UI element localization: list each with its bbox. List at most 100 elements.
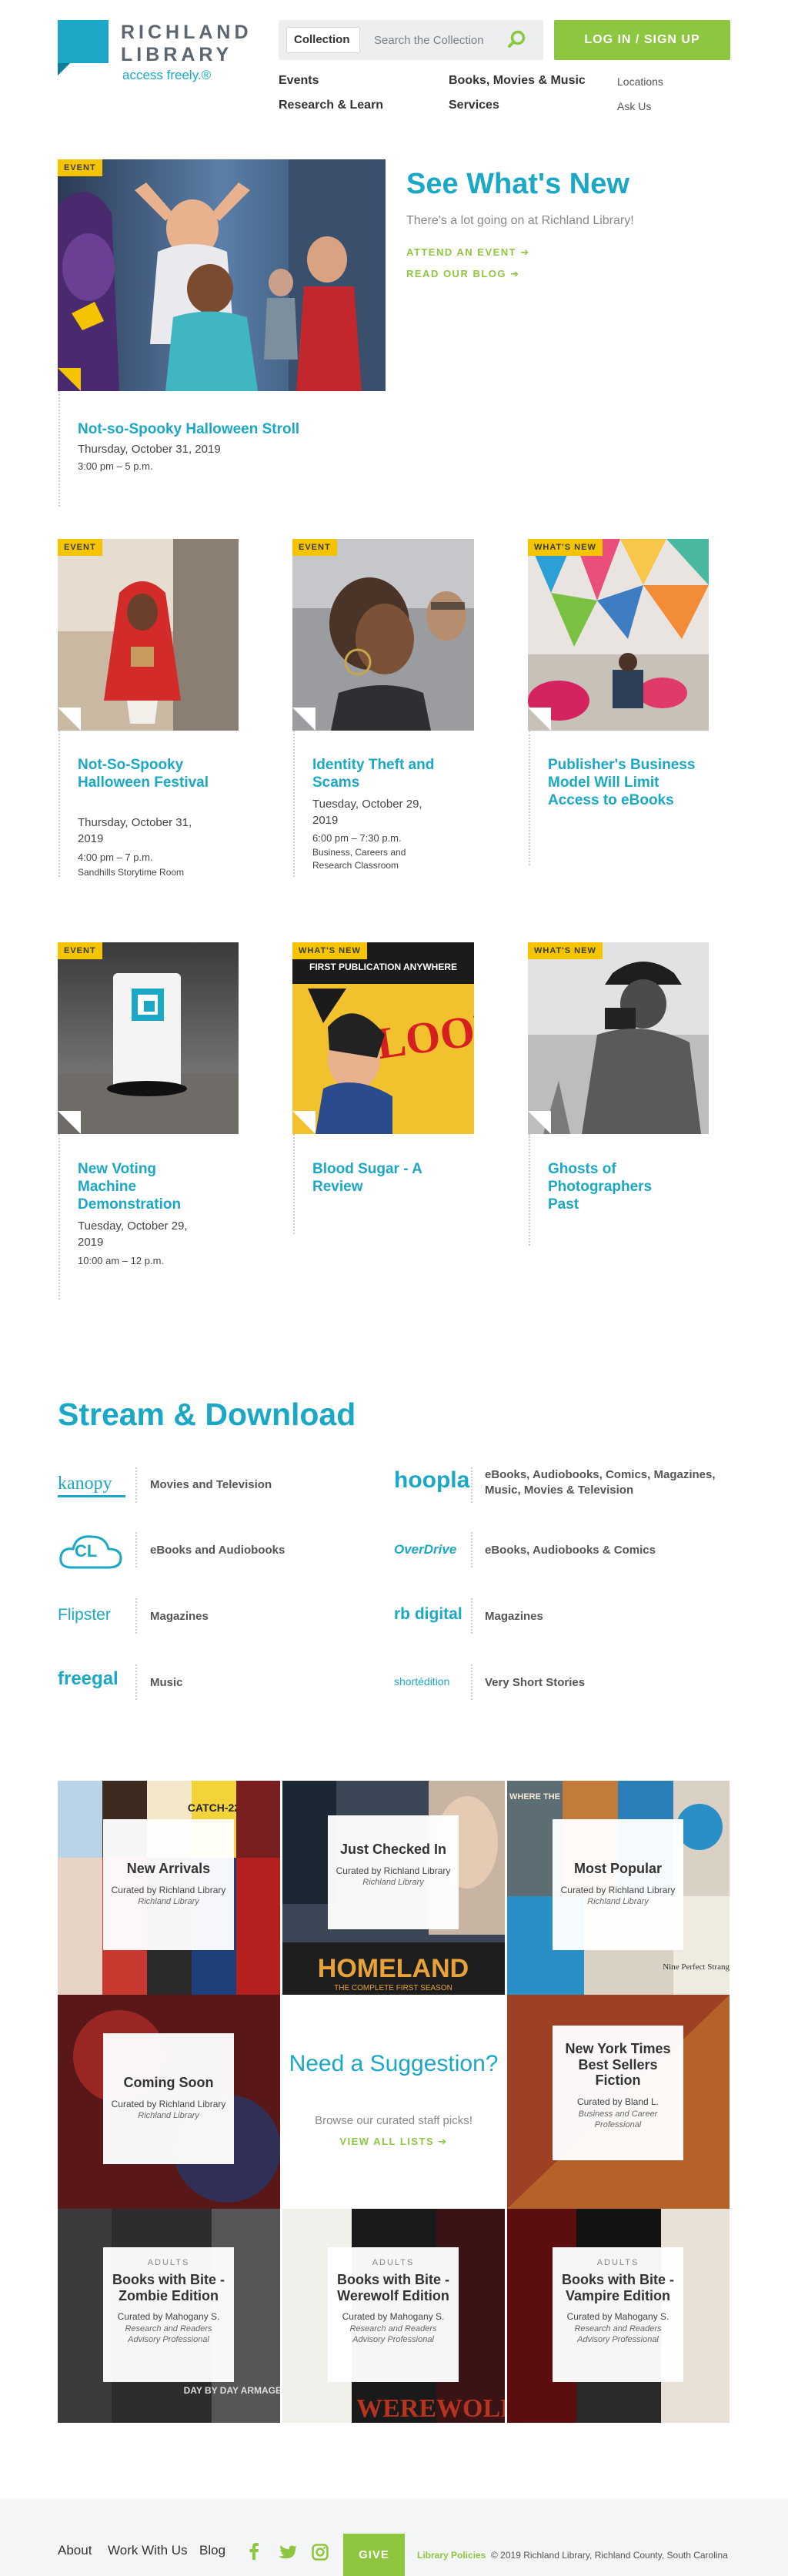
list-tile-most-popular[interactable]: WHERE THE Nine Perfect Strangers Most Po… (507, 1781, 730, 1995)
list-category: ADULTS (147, 2258, 190, 2267)
card-image[interactable] (528, 942, 709, 1134)
hoopla-logo[interactable]: hoopla (394, 1467, 469, 1494)
twitter-icon[interactable] (279, 2545, 297, 2561)
read-blog-link[interactable]: READ OUR BLOG ➔ (406, 268, 520, 280)
kanopy-underline (58, 1495, 125, 1497)
nav-services[interactable]: Services (449, 99, 499, 112)
kanopy-logo[interactable]: kanopy (58, 1474, 112, 1494)
list-tile-vampire[interactable]: ADULTS Books with Bite - Vampire Edition… (507, 2209, 730, 2423)
list-tile-just-checked-in[interactable]: HOMELAND THE COMPLETE FIRST SEASON Just … (282, 1781, 505, 1995)
list-title: Most Popular (573, 1861, 662, 1876)
card-title-link[interactable]: Ghosts of Photographers Past (548, 1161, 679, 1213)
list-curator: Curated by Mahogany S. (342, 2311, 445, 2323)
card-corner-accent (292, 708, 316, 731)
cloud-library-logo[interactable]: CL (58, 1531, 124, 1571)
nav-events[interactable]: Events (279, 74, 319, 88)
feature-date: Thursday, October 31, 2019 (78, 443, 221, 456)
card-corner-accent (528, 1111, 551, 1134)
facebook-icon[interactable] (248, 2543, 260, 2560)
list-curator-role: Research and Readers Advisory Profession… (125, 2323, 212, 2345)
short-edition-logo[interactable]: shortédition (394, 1675, 449, 1688)
whats-new-subtitle: There's a lot going on at Richland Libra… (406, 214, 634, 227)
card-title-link[interactable]: New Voting Machine Demonstration (78, 1161, 209, 1213)
card-date: Tuesday, October 29, 2019 (312, 798, 422, 827)
overdrive-logo[interactable]: OverDrive (394, 1542, 456, 1557)
list-curator-role: Research and Readers Advisory Profession… (349, 2323, 437, 2345)
blood-sugar-cover: FIRST PUBLICATION ANYWHERE BLOOD SUG (292, 942, 474, 1134)
card-title-link[interactable]: Identity Theft and Scams (312, 757, 459, 792)
card-title-link[interactable]: Not-So-Spooky Halloween Festival (78, 757, 224, 792)
feature-corner-accent (58, 368, 81, 391)
cover-text-top: FIRST PUBLICATION ANYWHERE (309, 962, 457, 972)
logo-wordmark: RICHLAND LIBRARY (121, 22, 252, 65)
werewolf-cover-text: WEREWOLF (356, 2394, 505, 2423)
homeland-sub-text: THE COMPLETE FIRST SEASON (334, 1984, 452, 1992)
card-title-link[interactable]: Blood Sugar - A Review (312, 1161, 451, 1196)
search-bar: Collection (279, 20, 543, 60)
list-title: Coming Soon (123, 2075, 214, 2090)
service-separator (135, 1664, 137, 1700)
list-tile-new-arrivals[interactable]: CATCH-22 New Arrivals Curated by Richlan… (58, 1781, 280, 1995)
search-scope-select[interactable]: Collection (286, 27, 360, 53)
service-separator (135, 1532, 137, 1567)
footer-work-with-us-link[interactable]: Work With Us (108, 2543, 188, 2558)
nav-books-movies-music[interactable]: Books, Movies & Music (449, 74, 586, 88)
card-badge: WHAT'S NEW (528, 942, 603, 959)
card-corner-accent (528, 708, 551, 731)
list-tile-nyt-best-sellers[interactable]: New York Times Best Sellers Fiction Cura… (507, 1995, 730, 2209)
list-curator: Curated by Bland L. (576, 2096, 659, 2108)
login-signup-button[interactable]: LOG IN / SIGN UP (554, 20, 730, 60)
card-location: Sandhills Storytime Room (78, 867, 185, 878)
day-by-day-cover-text: DAY BY DAY ARMAGEDDON (184, 2385, 280, 2396)
flipster-logo[interactable]: Flipster (58, 1606, 111, 1624)
card-image[interactable]: FIRST PUBLICATION ANYWHERE BLOOD SUG (292, 942, 474, 1134)
card-image[interactable] (58, 539, 239, 731)
feature-time: 3:00 pm – 5 p.m. (78, 460, 153, 472)
library-logo-icon (58, 20, 109, 75)
list-category: ADULTS (372, 2258, 415, 2267)
list-title: New York Times Best Sellers Fiction (565, 2041, 671, 2089)
site-header: RICHLAND LIBRARY access freely.® Collect… (0, 0, 788, 131)
service-separator (471, 1598, 472, 1634)
card-corner-accent (58, 1111, 81, 1134)
cloud-library-mark: CL (75, 1541, 98, 1561)
give-button[interactable]: GIVE (343, 2534, 405, 2576)
list-tile-zombie[interactable]: DAY BY DAY ARMAGEDDON ADULTS Books with … (58, 2209, 280, 2423)
search-icon (508, 30, 526, 48)
card-image[interactable] (58, 942, 239, 1134)
catch22-cover-text: CATCH-22 (188, 1802, 240, 1814)
richland-library-logo[interactable]: RICHLAND LIBRARY access freely.® (58, 20, 258, 89)
search-input[interactable] (368, 27, 497, 53)
list-tile-werewolf[interactable]: WEREWOLF ADULTS Books with Bite - Werewo… (282, 2209, 505, 2423)
card-time: 4:00 pm – 7 p.m. (78, 851, 153, 863)
list-curator: Curated by Mahogany S. (117, 2311, 220, 2323)
list-tile-coming-soon[interactable]: Coming Soon Curated by Richland Library … (58, 1995, 280, 2209)
nav-locations[interactable]: Locations (617, 75, 663, 88)
voting-machine-photo (58, 942, 239, 1134)
freegal-logo[interactable]: freegal (58, 1668, 119, 1690)
card-date: Thursday, October 31, 2019 (78, 816, 192, 845)
list-curator-role: Richland Library (138, 2111, 199, 2121)
footer-blog-link[interactable]: Blog (199, 2543, 225, 2558)
nav-ask-us[interactable]: Ask Us (617, 100, 651, 112)
card-badge: WHAT'S NEW (528, 539, 603, 556)
nav-research-learn[interactable]: Research & Learn (279, 99, 383, 112)
whats-new-heading: See What's New (406, 168, 629, 200)
rbdigital-logo[interactable]: rb digital (394, 1605, 462, 1624)
card-image[interactable] (292, 539, 474, 731)
card-corner-accent (292, 1111, 316, 1134)
feature-title-link[interactable]: Not-so-Spooky Halloween Stroll (78, 421, 370, 439)
card-image[interactable] (528, 539, 709, 731)
card-title-link[interactable]: Publisher's Business Model Will Limit Ac… (548, 757, 702, 809)
search-button[interactable] (502, 27, 533, 53)
card-divider (58, 731, 60, 877)
footer-about-link[interactable]: About (58, 2543, 92, 2558)
list-title: Books with Bite - Werewolf Edition (336, 2272, 449, 2303)
view-all-lists-link[interactable]: VIEW ALL LISTS ➔ (282, 2136, 505, 2148)
list-curator-role: Business and Career Professional (578, 2109, 658, 2129)
library-policies-link[interactable]: Library Policies (417, 2550, 486, 2561)
feature-image[interactable] (58, 159, 386, 391)
library-interior-photo (528, 539, 709, 731)
attend-event-link[interactable]: ATTEND AN EVENT ➔ (406, 246, 530, 259)
instagram-icon[interactable] (312, 2544, 329, 2561)
